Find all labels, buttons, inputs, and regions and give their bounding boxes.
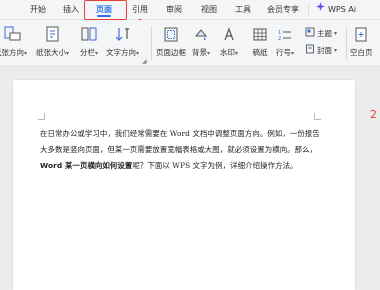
ribbon-divider (346, 26, 347, 60)
tab-start[interactable]: 开始 (30, 0, 46, 19)
tab-tools[interactable]: 工具 (235, 0, 251, 19)
page-border-button[interactable]: 页面边框 (156, 26, 186, 58)
manuscript-icon (251, 26, 269, 45)
manuscript-label: 稿纸 (252, 48, 268, 57)
cover-label: 封面 (317, 45, 332, 55)
menu-divider (308, 4, 309, 15)
paper-direction-icon (0, 26, 27, 45)
paper-size-button[interactable]: 纸张大小▾ (36, 26, 69, 58)
paper-direction-button[interactable]: 纸张方向▾ (0, 26, 27, 58)
line-number-icon: 12 (276, 26, 294, 45)
tab-wps-ai[interactable]: WPS Ai (316, 0, 356, 19)
wps-ai-label: WPS Ai (328, 5, 357, 14)
paper-size-icon (36, 26, 69, 45)
cover-button[interactable]: 封面 ▾ (305, 44, 337, 56)
paper-direction-label: 纸张方向 (0, 48, 24, 57)
theme-icon (305, 27, 315, 39)
ribbon-divider (151, 26, 152, 60)
menu-bar: 开始 插入 页面 引用 审阅 视图 工具 会员专享 WPS Ai (0, 0, 380, 20)
margin-corner-mark (314, 113, 321, 120)
paragraph-text-end: 呢？下面以 WPS 文字为例，详细介绍操作方法。 (132, 161, 298, 170)
page-border-icon (156, 26, 186, 45)
margin-corner-mark (38, 113, 45, 120)
blank-page-icon (350, 26, 373, 45)
cover-icon (305, 44, 315, 56)
manuscript-button[interactable]: 稿纸 (251, 26, 269, 58)
tab-insert[interactable]: 插入 (63, 0, 79, 19)
paper-size-label: 纸张大小 (36, 48, 66, 57)
tab-view[interactable]: 视图 (201, 0, 217, 19)
columns-icon (80, 26, 98, 45)
text-direction-label: 文字方向 (106, 48, 136, 57)
ai-sparkle-icon (316, 0, 325, 19)
columns-label: 分栏 (80, 48, 95, 57)
paragraph-text: 在日常办公或学习中，我们经常需要在 Word 文档中调整页面方向。例如，一份报告… (40, 129, 320, 154)
group-expand-icon[interactable]: ◢ (142, 58, 147, 65)
text-direction-icon (106, 26, 139, 45)
paragraph-bold-text: Word 某一页横向如何设置 (40, 161, 133, 170)
watermark-icon (220, 26, 238, 45)
ribbon-toolbar: 纸张方向▾ 纸张大小▾ 分栏▾ 文字方向▾ 页面边框 背景▾ (0, 20, 380, 67)
step-number-2: 2 (370, 108, 377, 121)
columns-button[interactable]: 分栏▾ (80, 26, 98, 58)
watermark-label: 水印 (220, 48, 235, 57)
document-page[interactable]: 在日常办公或学习中，我们经常需要在 Word 文档中调整页面方向。例如，一份报告… (13, 80, 355, 290)
background-label: 背景 (192, 48, 207, 57)
background-icon (192, 26, 210, 45)
watermark-button[interactable]: 水印▾ (220, 26, 238, 58)
tab-member[interactable]: 会员专享 (267, 0, 299, 19)
line-number-label: 行号 (276, 48, 291, 57)
document-paragraph[interactable]: 在日常办公或学习中，我们经常需要在 Word 文档中调整页面方向。例如，一份报告… (40, 126, 324, 174)
theme-label: 主题 (317, 28, 332, 38)
blank-page-button[interactable]: 空白页 (350, 26, 373, 58)
highlight-box-page-tab (84, 0, 127, 20)
tab-review[interactable]: 审阅 (166, 0, 182, 19)
background-button[interactable]: 背景▾ (192, 26, 210, 58)
svg-text:2: 2 (278, 36, 281, 42)
line-number-button[interactable]: 12 行号▾ (276, 26, 294, 58)
page-border-label: 页面边框 (156, 48, 186, 57)
text-direction-button[interactable]: 文字方向▾ (106, 26, 139, 58)
blank-page-label: 空白页 (350, 48, 373, 57)
theme-button[interactable]: 主题 ▾ (305, 27, 337, 39)
